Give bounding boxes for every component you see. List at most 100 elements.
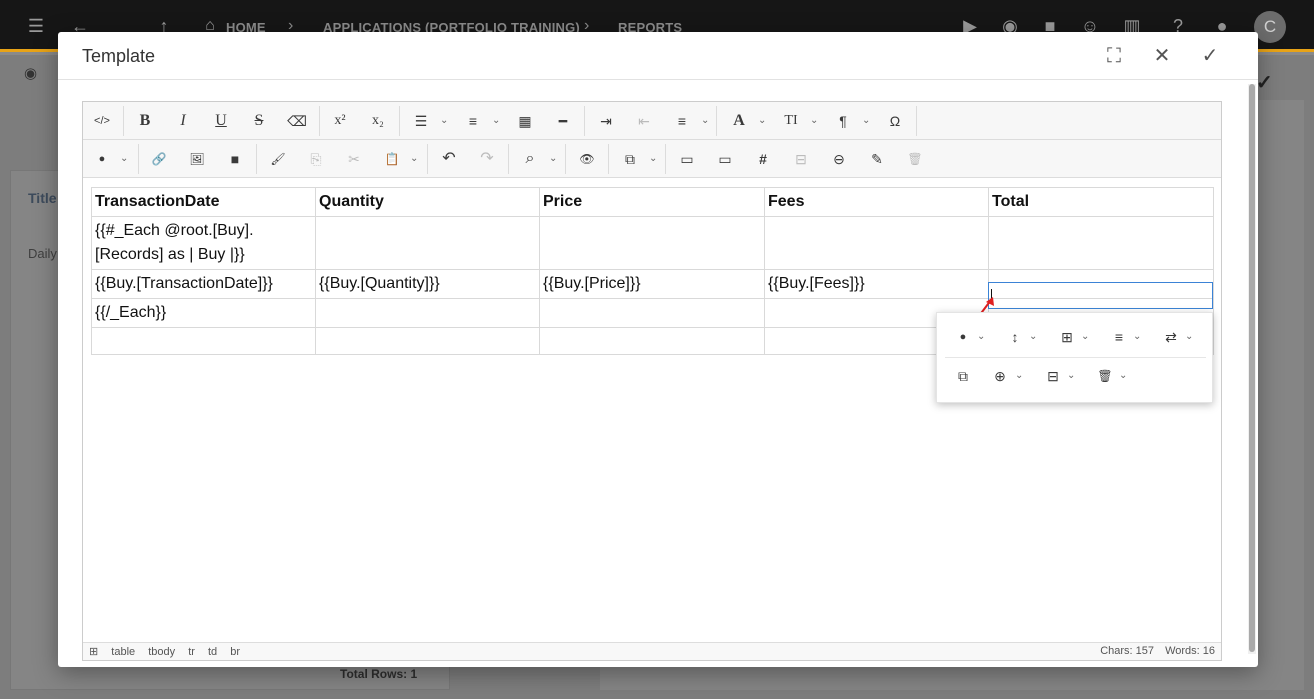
delete-icon[interactable]: 🗑: [904, 148, 926, 170]
chevron-down-icon[interactable]: ⌄: [492, 112, 500, 130]
header-cell-fees[interactable]: Fees: [764, 187, 989, 217]
underline-icon[interactable]: U: [210, 110, 232, 132]
table-cell[interactable]: [539, 327, 765, 355]
italic-icon[interactable]: I: [172, 110, 194, 132]
table-cell[interactable]: [988, 216, 1214, 270]
cell-align-icon[interactable]: ≡: [1109, 327, 1129, 347]
path-table[interactable]: table: [111, 646, 135, 658]
paragraph-icon[interactable]: ¶: [832, 110, 854, 132]
outdent-icon[interactable]: ⇤: [633, 110, 655, 132]
table-cell[interactable]: [315, 298, 540, 328]
table-cell-selected[interactable]: [988, 269, 1214, 299]
header-cell-quantity[interactable]: Quantity: [315, 187, 540, 217]
cell-color-icon[interactable]: ●: [953, 327, 973, 347]
table-cell[interactable]: [315, 216, 540, 270]
delete-column-icon[interactable]: ⊟: [1043, 366, 1063, 386]
horizontal-line-icon[interactable]: ━: [552, 110, 574, 132]
popup-divider: [945, 357, 1206, 358]
font-color-icon[interactable]: A: [728, 110, 750, 132]
cell-borders-icon[interactable]: ⊞: [1057, 327, 1077, 347]
strike-block-icon[interactable]: ⊖: [828, 148, 850, 170]
find-icon[interactable]: ⌕: [519, 148, 541, 170]
chevron-down-icon[interactable]: ⌄: [810, 112, 818, 130]
chevron-down-icon[interactable]: ⌄: [1015, 366, 1023, 386]
path-td[interactable]: td: [208, 646, 217, 658]
eraser-icon[interactable]: ⌫: [286, 110, 308, 132]
font-size-icon[interactable]: TI: [780, 110, 802, 132]
redo-icon[interactable]: ↷: [476, 148, 498, 170]
close-icon[interactable]: ✕: [1148, 42, 1176, 70]
row-height-icon[interactable]: ↕: [1005, 327, 1025, 347]
avatar[interactable]: C: [1254, 11, 1286, 43]
chevron-down-icon[interactable]: ⌄: [549, 150, 557, 168]
table-cell[interactable]: {{#_Each @root.[Buy].[Records] as | Buy …: [91, 216, 316, 270]
indent-icon[interactable]: ⇥: [595, 110, 617, 132]
header-cell-transaction-date[interactable]: TransactionDate: [91, 187, 316, 217]
menu-icon[interactable]: ☰: [24, 14, 48, 38]
words-count: Words: 16: [1165, 645, 1215, 657]
chevron-down-icon[interactable]: ⌄: [1081, 327, 1089, 347]
table-cell[interactable]: {{Buy.[Quantity]}}: [315, 269, 540, 299]
path-br[interactable]: br: [230, 646, 240, 658]
chevron-down-icon[interactable]: ⌄: [1067, 366, 1075, 386]
code-view-icon[interactable]: </>: [91, 110, 113, 132]
table-cell[interactable]: [91, 327, 316, 355]
table-cell[interactable]: {{Buy.[Fees]}}: [764, 269, 989, 299]
superscript-icon[interactable]: x²: [329, 110, 351, 132]
select-all-icon[interactable]: ⧉: [619, 148, 641, 170]
edit-icon[interactable]: ✎: [866, 148, 888, 170]
header-cell-price[interactable]: Price: [539, 187, 765, 217]
confirm-icon[interactable]: ✓: [1196, 42, 1224, 70]
image-icon[interactable]: 🖼: [186, 148, 208, 170]
cut-icon[interactable]: ✂: [343, 148, 365, 170]
copy-icon[interactable]: ⎘: [305, 148, 327, 170]
format-painter-icon[interactable]: 🖌: [267, 148, 289, 170]
table-cell[interactable]: {{Buy.[Price]}}: [539, 269, 765, 299]
bullet-list-icon[interactable]: ☰: [410, 110, 432, 132]
header-cell-total[interactable]: Total: [988, 187, 1214, 217]
page-number-icon[interactable]: #: [752, 148, 774, 170]
table-cell[interactable]: [315, 327, 540, 355]
chevron-down-icon[interactable]: ⌄: [440, 112, 448, 130]
numbered-list-icon[interactable]: ≡: [462, 110, 484, 132]
paste-icon[interactable]: 📋: [381, 148, 403, 170]
bold-icon[interactable]: B: [134, 110, 156, 132]
link-icon[interactable]: 🔗: [148, 148, 170, 170]
chevron-down-icon[interactable]: ⌄: [1029, 327, 1037, 347]
chevron-down-icon[interactable]: ⌄: [701, 112, 709, 130]
table-cell[interactable]: [764, 216, 989, 270]
table-cell[interactable]: {{/_Each}}: [91, 298, 316, 328]
chevron-down-icon[interactable]: ⌄: [862, 112, 870, 130]
chevron-down-icon[interactable]: ⌄: [649, 150, 657, 168]
footer-icon[interactable]: ▭: [714, 148, 736, 170]
align-icon[interactable]: ≡: [671, 110, 693, 132]
undo-icon[interactable]: ↶: [438, 148, 460, 170]
table-icon[interactable]: ▦: [514, 110, 536, 132]
table-cell[interactable]: {{Buy.[TransactionDate]}}: [91, 269, 316, 299]
page-break-icon[interactable]: ⊟: [790, 148, 812, 170]
delete-table-icon[interactable]: 🗑: [1095, 366, 1115, 386]
special-char-icon[interactable]: Ω: [884, 110, 906, 132]
swap-icon[interactable]: ⇄: [1161, 327, 1181, 347]
video-icon[interactable]: ■: [224, 148, 246, 170]
header-icon[interactable]: ▭: [676, 148, 698, 170]
merge-cells-icon[interactable]: ⧉: [953, 366, 973, 386]
subscript-icon[interactable]: x₂: [367, 110, 389, 132]
path-tbody[interactable]: tbody: [148, 646, 175, 658]
preview-icon[interactable]: 👁: [576, 148, 598, 170]
chevron-down-icon[interactable]: ⌄: [1185, 327, 1193, 347]
table-cell[interactable]: [539, 216, 765, 270]
chevron-down-icon[interactable]: ⌄: [758, 112, 766, 130]
path-tr[interactable]: tr: [188, 646, 195, 658]
insert-row-column-icon[interactable]: ⊕: [990, 366, 1010, 386]
scrollbar-thumb[interactable]: [1249, 84, 1255, 652]
strikethrough-icon[interactable]: S: [248, 110, 270, 132]
chevron-down-icon[interactable]: ⌄: [1119, 366, 1127, 386]
chevron-down-icon[interactable]: ⌄: [120, 150, 128, 168]
chevron-down-icon[interactable]: ⌄: [977, 327, 985, 347]
highlight-icon[interactable]: ●: [91, 148, 113, 170]
table-cell[interactable]: [539, 298, 765, 328]
chevron-down-icon[interactable]: ⌄: [1133, 327, 1141, 347]
chevron-down-icon[interactable]: ⌄: [410, 150, 418, 168]
fullscreen-icon[interactable]: ⛶: [1100, 42, 1128, 70]
